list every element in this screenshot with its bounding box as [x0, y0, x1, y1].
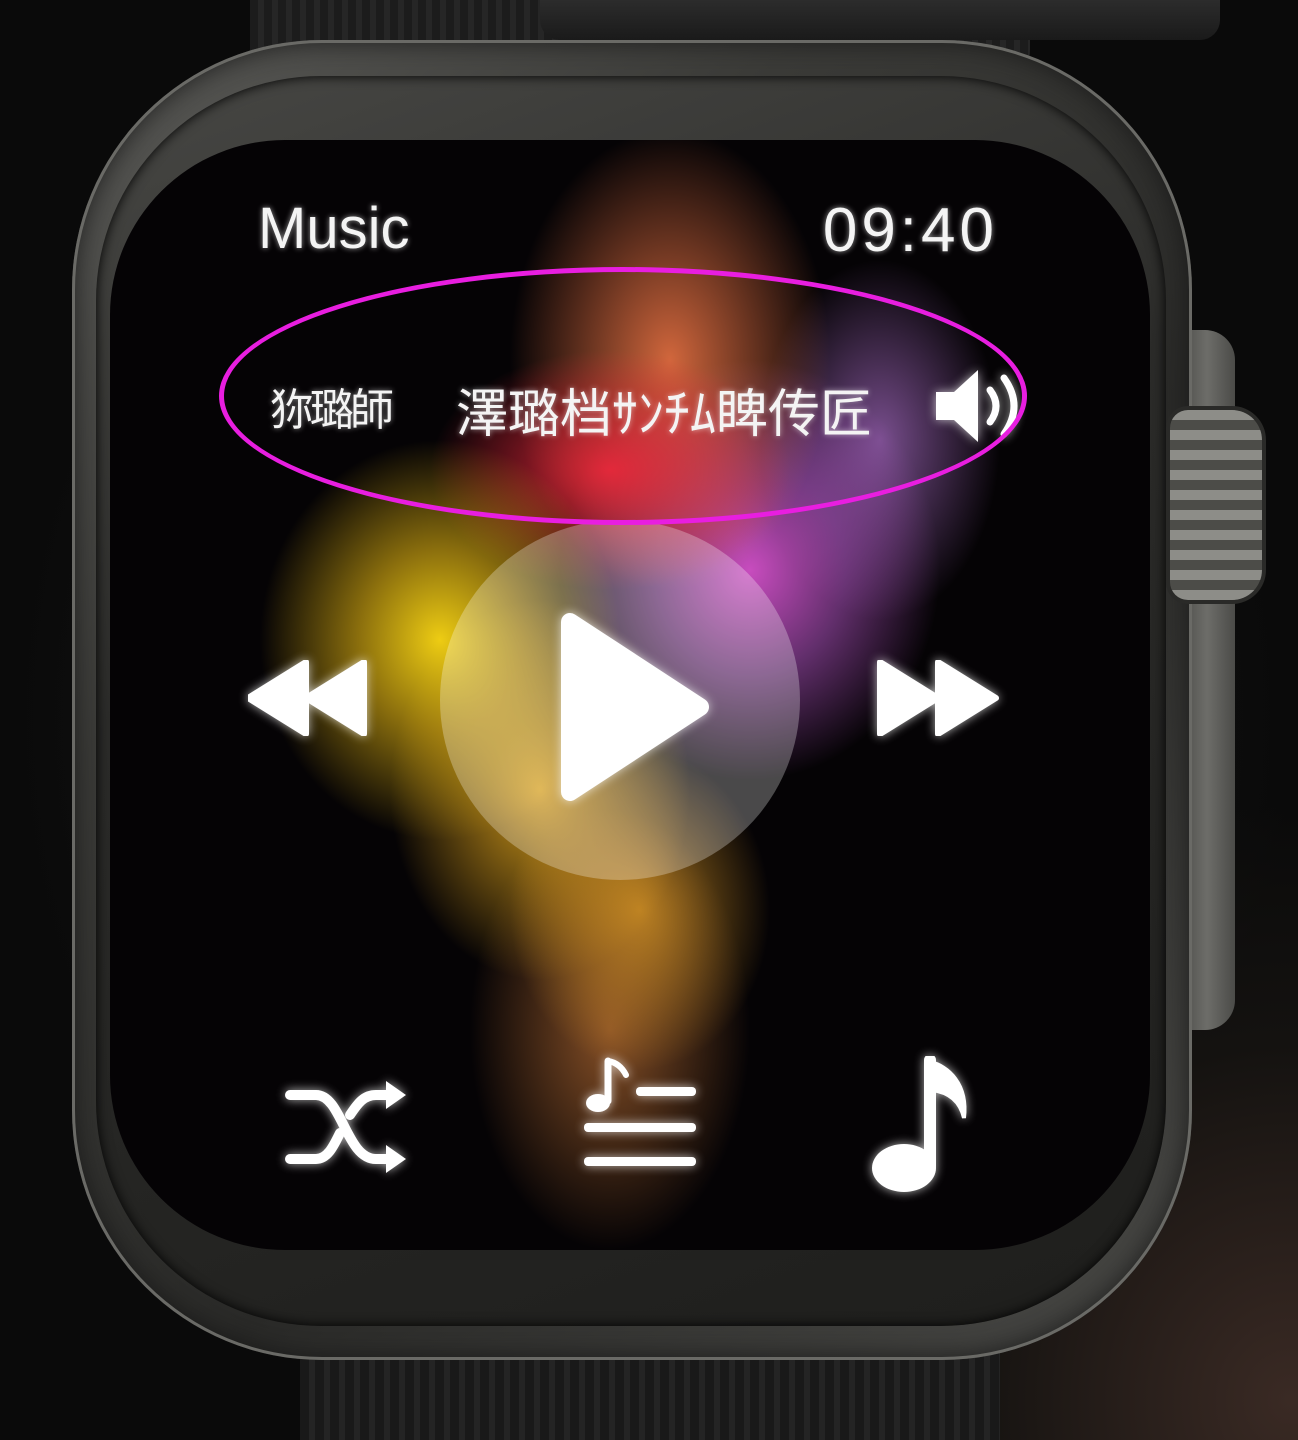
library-button[interactable]	[864, 1056, 976, 1196]
artist-name: 狝璐師	[270, 385, 394, 436]
track-info: 狝璐師 澤璐档ｻﾝﾁﾑ睥传匠	[270, 370, 1030, 450]
playlist-icon	[584, 1057, 696, 1166]
play-icon	[561, 613, 709, 801]
fast-forward-icon	[877, 660, 999, 736]
previous-button[interactable]	[248, 660, 372, 736]
music-note-icon	[872, 1056, 967, 1192]
app-title: Music	[258, 196, 410, 261]
volume-button[interactable]	[932, 364, 1032, 448]
playlist-button[interactable]	[580, 1055, 704, 1175]
speaker-volume-icon	[936, 370, 1018, 442]
next-button[interactable]	[876, 660, 1000, 736]
band-top-inner	[540, 0, 1220, 40]
rewind-icon	[248, 660, 367, 736]
play-button[interactable]	[440, 520, 800, 880]
clock: 09:40	[822, 196, 998, 265]
status-bar: Music 09:40	[258, 195, 998, 265]
watch-screen: Music 09:40 狝璐師 澤璐档ｻﾝﾁﾑ睥传匠	[110, 140, 1150, 1250]
digital-crown[interactable]	[1170, 410, 1262, 600]
song-title: 澤璐档ｻﾝﾁﾑ睥传匠	[456, 385, 873, 445]
shuffle-icon	[285, 1081, 406, 1173]
shuffle-button[interactable]	[284, 1075, 410, 1179]
